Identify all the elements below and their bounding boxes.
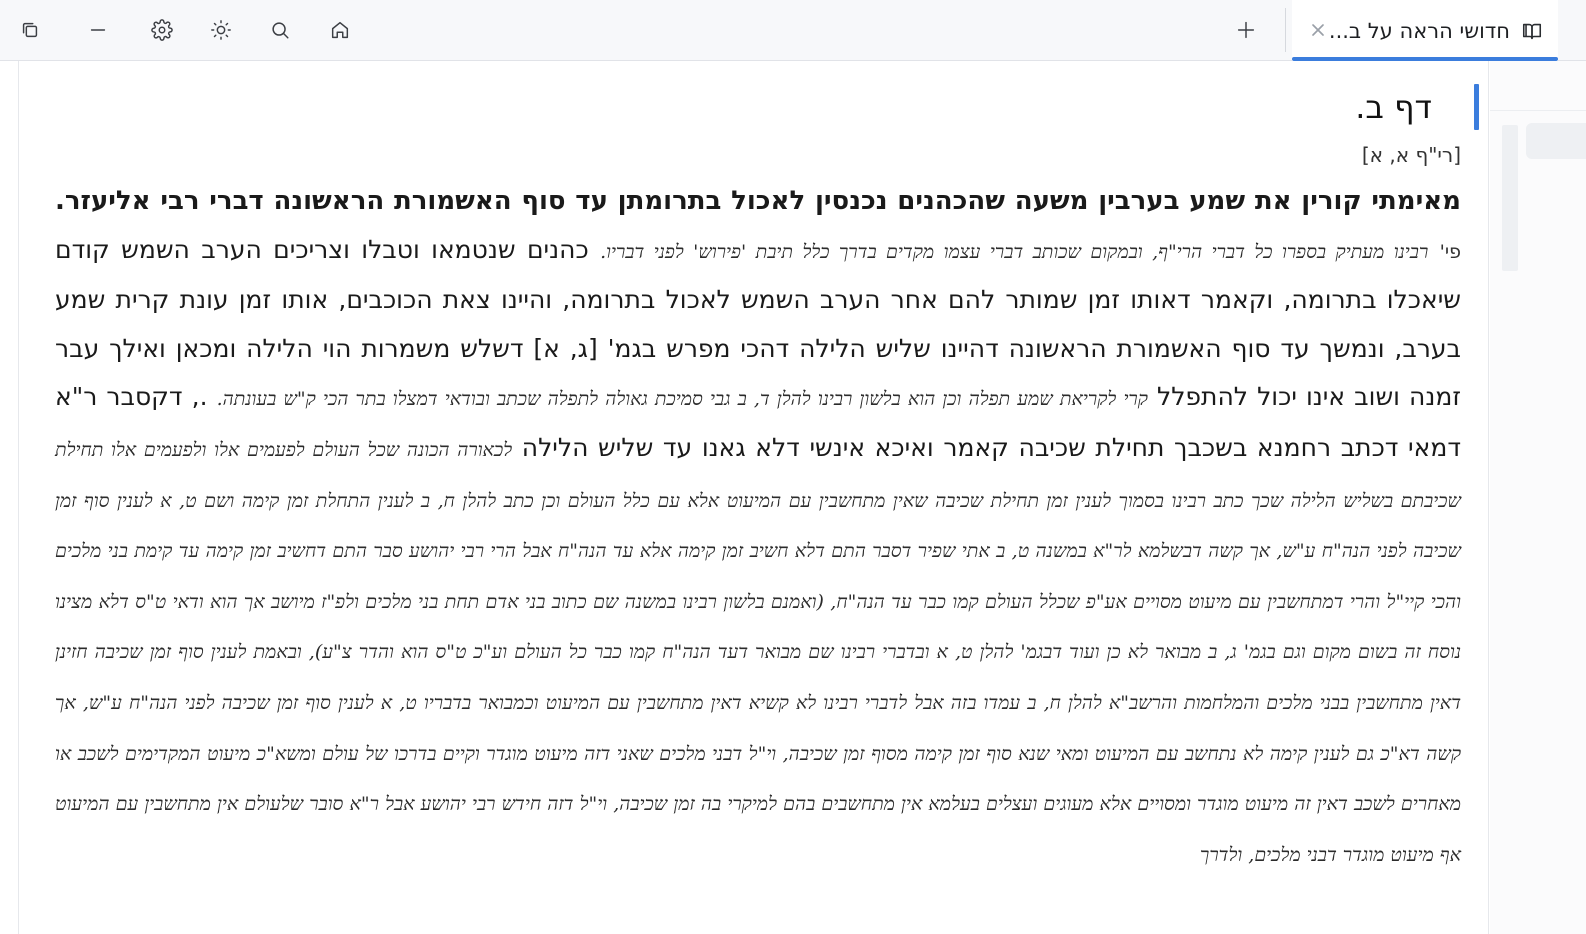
home-icon[interactable]	[322, 12, 358, 48]
source-reference: [רי"ף א, א]	[1361, 143, 1461, 167]
document-page: דף ב. [רי"ף א, א] מאימתי קורין את שמע בע…	[18, 61, 1489, 934]
side-panel-header	[1490, 61, 1586, 111]
side-panel	[1490, 61, 1586, 934]
tab-active[interactable]: חדושי הראה על ב...	[1292, 0, 1558, 61]
main-text: מאימתי קורין את שמע בערבין משעה שהכהנים …	[55, 177, 1461, 879]
copy-window-icon[interactable]	[12, 12, 48, 48]
brightness-icon[interactable]	[203, 12, 239, 48]
mishna-text: מאימתי קורין את שמע בערבין משעה שהכהנים …	[55, 186, 1461, 216]
footnote-text: לכאורה הכונה שכל העולם לפעמים אלו ולפעמי…	[55, 438, 1461, 866]
footnote-text: קרי לקריאת שמע תפלה וכן הוא בלשון רבינו …	[216, 388, 1148, 411]
tab-divider	[1285, 8, 1286, 52]
page-title: דף ב.	[1355, 88, 1432, 126]
pi-marker: פי'	[1439, 240, 1461, 263]
tab-title: חדושי הראה על ב...	[1328, 18, 1510, 43]
book-icon	[1520, 19, 1544, 43]
document-content: דף ב. [רי"ף א, א] מאימתי קורין את שמע בע…	[55, 75, 1479, 879]
minimize-icon[interactable]	[80, 12, 116, 48]
new-tab-button[interactable]	[1228, 12, 1264, 48]
plus-icon	[1237, 21, 1255, 39]
close-icon[interactable]	[1306, 18, 1330, 42]
heading-accent-bar	[1474, 84, 1479, 130]
title-bar: חדושי הראה על ב...	[0, 0, 1586, 61]
side-panel-toggle[interactable]	[1526, 123, 1586, 159]
search-icon[interactable]	[262, 12, 298, 48]
footnote-text: רבינו מעתיק בספרו כל דברי הרי"ף, ובמקום …	[600, 240, 1429, 263]
scrollbar-thumb[interactable]	[1502, 125, 1518, 271]
settings-icon[interactable]	[144, 12, 180, 48]
section-heading: דף ב.	[55, 81, 1479, 133]
